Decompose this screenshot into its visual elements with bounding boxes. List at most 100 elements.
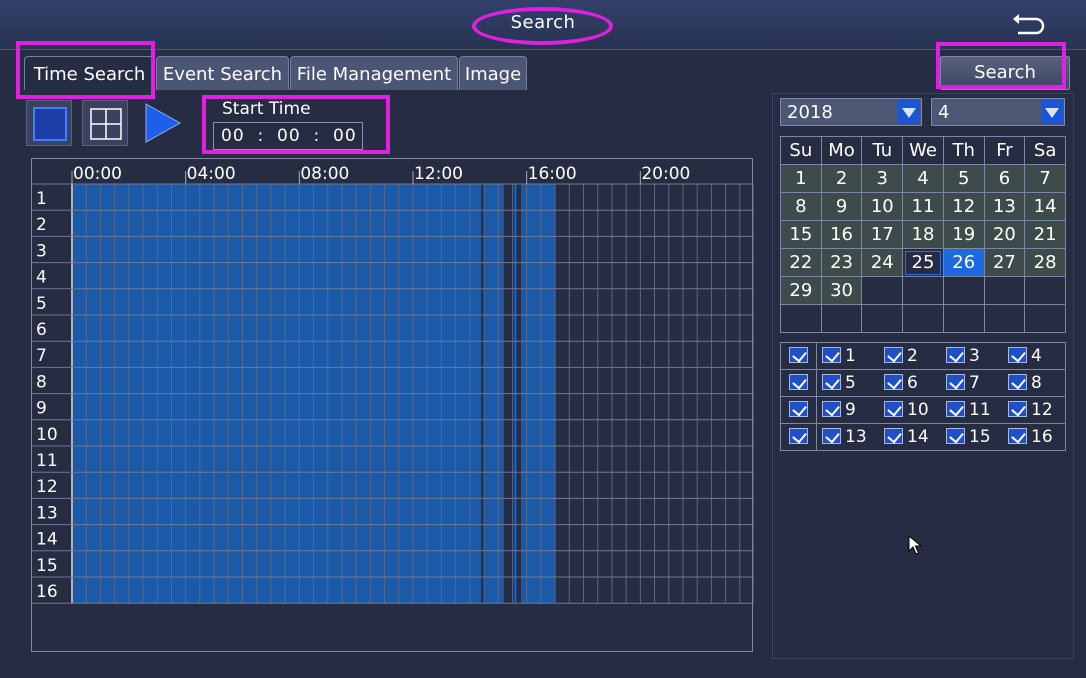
channel-checkbox[interactable]: 16 [1003,427,1065,447]
calendar: Su Mo Tu We Th Fr Sa 1 2 3 4 5 6 7 8 9 10 11 12 13 14 15 16 17 1… [780,136,1066,333]
calendar-day[interactable]: 13 [983,192,1026,221]
quad-view-button[interactable] [82,100,128,146]
calendar-day[interactable]: 6 [983,164,1026,193]
calendar-day[interactable]: 28 [1024,248,1066,277]
checkbox-icon[interactable] [789,347,808,363]
calendar-day[interactable]: 22 [780,248,822,277]
channel-checkbox[interactable]: 10 [879,400,941,420]
checkbox-icon[interactable] [946,374,965,390]
channel-checkbox[interactable]: 14 [879,427,941,447]
tab-time-search[interactable]: Time Search [24,56,155,90]
month-select[interactable]: 4 [931,98,1065,126]
checkbox-icon[interactable] [946,428,965,444]
calendar-day[interactable]: 29 [780,276,822,305]
channel-checkbox[interactable]: 1 [817,346,879,366]
checkbox-icon[interactable] [1008,347,1027,363]
channel-label: 3 [36,241,47,261]
calendar-day[interactable]: 14 [1024,192,1066,221]
checkbox-icon[interactable] [789,374,808,390]
checkbox-icon[interactable] [822,347,841,363]
tab-image[interactable]: Image [459,56,527,90]
calendar-day[interactable]: 4 [902,164,944,193]
channel-checkbox[interactable]: 6 [879,373,941,393]
checkbox-icon[interactable] [1008,401,1027,417]
calendar-day[interactable]: 25 [902,248,944,277]
calendar-day[interactable]: 8 [780,192,822,221]
channel-checkbox[interactable]: 4 [1003,346,1065,366]
year-select[interactable]: 2018 [780,98,922,126]
channel-number-label: 1 [845,346,856,366]
checkbox-icon[interactable] [1008,374,1027,390]
calendar-day[interactable]: 23 [820,248,863,277]
checkbox-icon[interactable] [884,374,903,390]
calendar-day[interactable]: 24 [861,248,904,277]
start-time-input[interactable]: 00 : 00 : 00 [213,122,363,150]
weekday-header: Fr [983,136,1026,165]
timeline-grid[interactable]: 00:00 04:00 08:00 12:00 16:00 20:001234567891… [32,159,754,653]
calendar-day[interactable]: 18 [902,220,944,249]
recording-timeline[interactable]: 00:00 04:00 08:00 12:00 16:00 20:00 1 2 3 4 5 6 7 8 9 1… [31,158,754,653]
channel-label: 11 [36,451,58,471]
calendar-day[interactable]: 26 [942,248,985,277]
calendar-day[interactable]: 17 [861,220,904,249]
calendar-day[interactable]: 16 [820,220,863,249]
calendar-day[interactable]: 12 [942,192,985,221]
start-second[interactable]: 00 [333,126,357,146]
start-minute[interactable]: 00 [277,126,301,146]
checkbox-icon[interactable] [884,401,903,417]
single-view-button[interactable] [26,100,72,146]
row-select-all-checkbox[interactable] [780,342,817,370]
row-select-all-checkbox[interactable] [780,369,817,397]
calendar-day[interactable]: 15 [780,220,822,249]
year-value: 2018 [787,102,833,123]
channel-checkbox[interactable]: 2 [879,346,941,366]
tab-event-search[interactable]: Event Search [156,56,289,90]
checkbox-icon[interactable] [884,347,903,363]
calendar-day[interactable]: 21 [1024,220,1066,249]
channel-checkbox[interactable]: 13 [817,427,879,447]
channel-checkbox[interactable]: 7 [941,373,1003,393]
row-select-all-checkbox[interactable] [780,423,817,451]
calendar-day[interactable]: 3 [861,164,904,193]
back-icon[interactable] [1010,12,1046,38]
channel-checkbox[interactable]: 5 [817,373,879,393]
checkbox-icon[interactable] [822,401,841,417]
channel-checkbox[interactable]: 15 [941,427,1003,447]
checkbox-icon[interactable] [789,428,808,444]
calendar-day[interactable]: 5 [942,164,985,193]
chevron-down-icon[interactable] [898,100,920,124]
checkbox-icon[interactable] [884,428,903,444]
channel-number-label: 6 [907,373,918,393]
channel-number-label: 16 [1031,427,1053,447]
calendar-day[interactable]: 11 [902,192,944,221]
play-button[interactable] [138,100,184,146]
row-select-all-checkbox[interactable] [780,396,817,424]
channel-checkbox[interactable]: 3 [941,346,1003,366]
single-view-icon [33,107,67,141]
channel-checkbox[interactable]: 11 [941,400,1003,420]
tab-file-management[interactable]: File Management [290,56,458,90]
checkbox-icon[interactable] [946,347,965,363]
calendar-day[interactable]: 9 [820,192,863,221]
calendar-day[interactable]: 19 [942,220,985,249]
checkbox-icon[interactable] [946,401,965,417]
checkbox-icon[interactable] [822,374,841,390]
checkbox-icon[interactable] [789,401,808,417]
calendar-day[interactable]: 7 [1024,164,1066,193]
chevron-down-icon[interactable] [1041,100,1063,124]
calendar-day[interactable]: 2 [820,164,863,193]
channel-checkbox[interactable]: 9 [817,400,879,420]
checkbox-icon[interactable] [822,428,841,444]
checkbox-icon[interactable] [1008,428,1027,444]
calendar-day[interactable]: 30 [820,276,863,305]
search-button[interactable]: Search [940,56,1070,90]
channel-label: 16 [36,582,58,602]
channel-checkbox[interactable]: 8 [1003,373,1065,393]
calendar-day[interactable]: 27 [983,248,1026,277]
calendar-day[interactable]: 1 [780,164,822,193]
channel-checkbox[interactable]: 12 [1003,400,1065,420]
calendar-day[interactable]: 20 [983,220,1026,249]
calendar-day[interactable]: 10 [861,192,904,221]
start-hour[interactable]: 00 [221,126,245,146]
channel-number-label: 15 [969,427,991,447]
